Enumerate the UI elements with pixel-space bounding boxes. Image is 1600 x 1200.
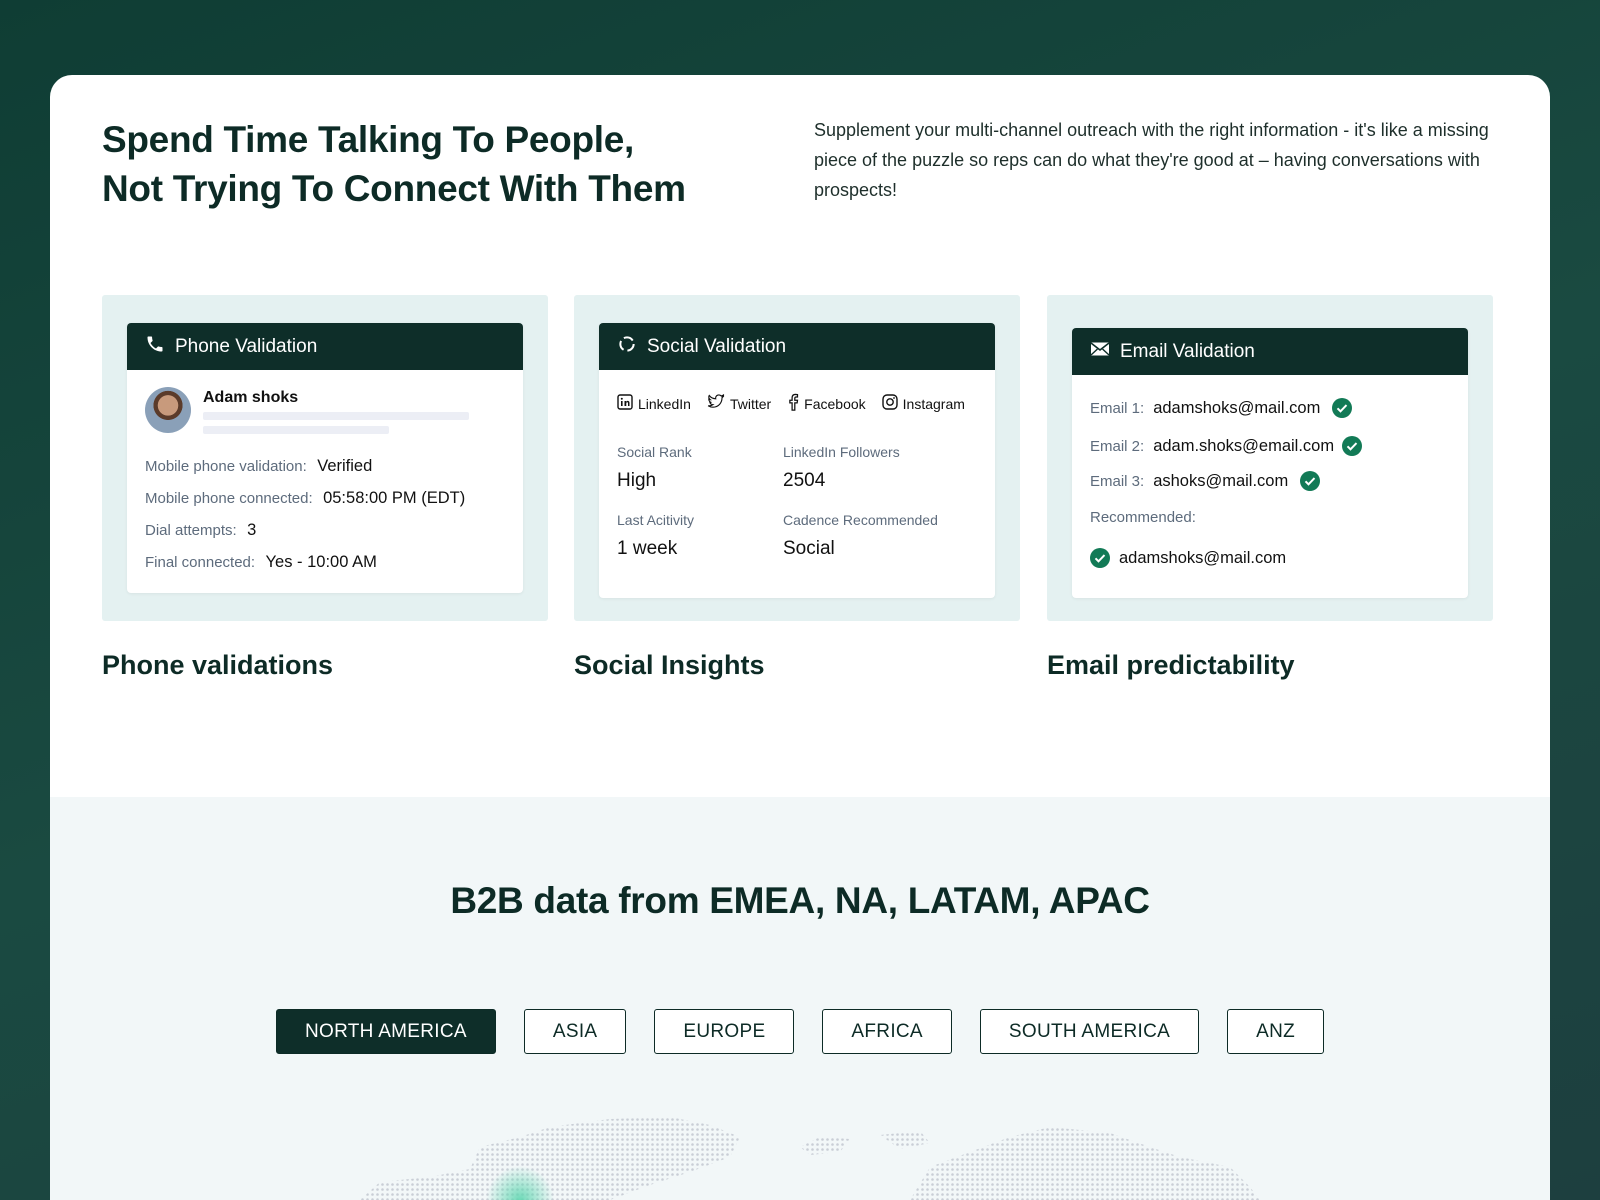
email-row-label: Email 3: [1090,472,1145,490]
recommended-email: adamshoks@mail.com [1090,548,1286,568]
phone-row: Dial attempts: 3 [145,521,256,540]
social-stat: Social Rank High [617,444,692,492]
email-validation-panel: Email Validation Email 1: adamshoks@mail… [1047,295,1493,621]
stat-label: Social Rank [617,444,692,460]
phone-row-label: Mobile phone connected: [145,490,313,507]
email-validation-header: Email Validation [1072,328,1468,375]
email-row: Email 3: ashoks@mail.com [1090,471,1321,491]
email-validation-card: Email Validation Email 1: adamshoks@mail… [1072,328,1468,598]
check-icon [1342,436,1363,456]
social-caption: Social Insights [574,650,765,680]
phone-validation-title: Phone Validation [175,335,318,357]
social-stat: Cadence Recommended Social [783,512,938,560]
main-card: Spend Time Talking To People, Not Trying… [50,75,1550,1200]
network-label: Instagram [902,395,965,412]
region-tabs: NORTH AMERICA ASIA EUROPE AFRICA SOUTH A… [50,1009,1550,1054]
phone-validation-panel: Phone Validation Adam shoks Mobile phone… [102,295,548,621]
network-linkedin[interactable]: LinkedIn [617,394,691,413]
stat-label: Last Acitivity [617,512,695,528]
tab-europe[interactable]: EUROPE [654,1009,795,1054]
network-instagram[interactable]: Instagram [881,394,965,413]
check-icon [1300,471,1321,491]
phone-row-label: Final connected: [145,554,256,571]
phone-row: Mobile phone connected: 05:58:00 PM (EDT… [145,489,465,508]
network-twitter[interactable]: Twitter [707,393,772,413]
contact-name: Adam shoks [203,389,299,406]
social-stat: LinkedIn Followers 2504 [783,444,900,492]
social-stat: Last Acitivity 1 week [617,512,694,560]
email-row: Email 2: adam.shoks@email.com [1090,436,1363,456]
check-icon [1090,548,1110,568]
facebook-icon [787,393,799,414]
email-caption: Email predictability [1047,650,1295,680]
phone-validation-card: Phone Validation Adam shoks Mobile phone… [127,323,523,593]
tab-africa[interactable]: AFRICA [822,1009,952,1054]
email-row-label: Email 1: [1090,399,1145,417]
stat-label: Cadence Recommended [783,512,938,528]
hero-description: Supplement your multi-channel outreach w… [814,120,1489,200]
email-row-label: Email 2: [1090,437,1145,455]
instagram-icon [881,394,898,413]
phone-row-value: 05:58:00 PM (EDT) [323,489,466,507]
phone-row-value: 3 [247,521,257,539]
tab-anz[interactable]: ANZ [1227,1009,1325,1054]
stat-value: High [617,470,657,491]
envelope-icon [1090,341,1110,363]
stat-label: LinkedIn Followers [783,444,900,460]
social-validation-title: Social Validation [647,335,787,357]
social-networks: LinkedIn Twitter Facebook Instagram [617,393,965,414]
social-validation-header: Social Validation [599,323,995,370]
stat-value: Social [783,538,835,559]
tab-asia[interactable]: ASIA [523,1009,627,1054]
network-label: Twitter [729,395,772,412]
network-label: Facebook [804,395,866,412]
recommended-email-value: adamshoks@mail.com [1119,548,1287,567]
placeholder-bar [203,412,469,420]
phone-row: Final connected: Yes - 10:00 AM [145,553,377,572]
stat-value: 2504 [783,470,826,491]
tab-north-america[interactable]: NORTH AMERICA [275,1009,496,1054]
placeholder-bar [203,426,389,434]
world-map [360,1117,1260,1200]
phone-row-value: Yes - 10:00 AM [265,553,377,571]
email-row-value: ashoks@mail.com [1153,471,1289,490]
tab-south-america[interactable]: SOUTH AMERICA [979,1009,1200,1054]
phone-row-value: Verified [317,457,373,475]
social-validation-card: Social Validation LinkedIn Twitter Faceb… [599,323,995,598]
phone-icon [145,334,165,360]
phone-row-label: Mobile phone validation: [145,458,307,475]
phone-row: Mobile phone validation: Verified [145,457,372,476]
regions-title: B2B data from EMEA, NA, LATAM, APAC [450,880,1150,921]
stat-value: 1 week [617,538,678,559]
recommended-label: Recommended: [1090,509,1196,526]
check-icon [1332,398,1353,418]
email-row: Email 1: adamshoks@mail.com [1090,398,1353,418]
phone-caption: Phone validations [102,650,334,680]
linkedin-icon [617,394,633,413]
email-row-value: adam.shoks@email.com [1153,436,1335,455]
page-title: Spend Time Talking To People, Not Trying… [102,119,686,209]
refresh-icon [617,334,637,360]
network-facebook[interactable]: Facebook [787,393,866,414]
avatar [145,387,191,433]
email-validation-title: Email Validation [1120,340,1255,362]
phone-row-label: Dial attempts: [145,522,237,539]
email-row-value: adamshoks@mail.com [1153,398,1321,417]
phone-validation-header: Phone Validation [127,323,523,370]
network-label: LinkedIn [638,395,691,412]
regions-section: B2B data from EMEA, NA, LATAM, APAC NORT… [50,797,1550,1200]
twitter-icon [707,393,725,413]
social-validation-panel: Social Validation LinkedIn Twitter Faceb… [574,295,1020,621]
